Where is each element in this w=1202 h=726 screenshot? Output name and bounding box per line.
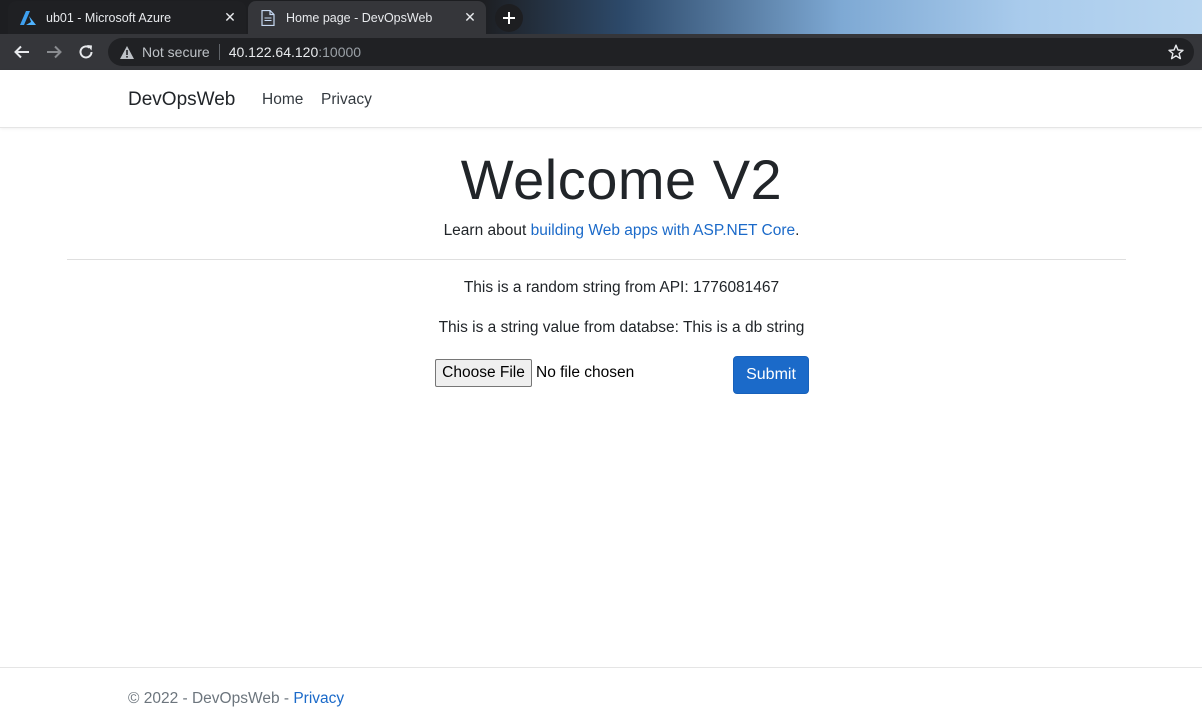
navbar-brand[interactable]: DevOpsWeb [128,89,235,111]
aspnet-docs-link[interactable]: building Web apps with ASP.NET Core [531,222,796,239]
browser-toolbar: Not secure 40.122.64.120 :10000 [0,34,1202,70]
footer-privacy-link[interactable]: Privacy [293,690,344,707]
url-port: :10000 [318,44,362,60]
close-icon[interactable]: ✕ [460,8,480,28]
db-string-text: This is a string value from databse: Thi… [438,319,805,336]
reload-button[interactable] [74,40,98,64]
page-heading: Welcome V2 [460,148,783,211]
back-arrow-icon [14,45,29,59]
reload-icon [79,45,93,59]
tab-azure[interactable]: ub01 - Microsoft Azure ✕ [8,1,246,34]
api-string-text: This is a random string from API: 177608… [463,279,780,296]
plus-icon [503,12,515,24]
lead-suffix: . [795,222,800,239]
lead-text: Learn about building Web apps with ASP.N… [0,222,1202,240]
back-button[interactable] [10,40,34,64]
page-icon [260,9,276,26]
warning-icon[interactable] [119,44,135,60]
site-footer: © 2022 - DevOpsWeb - Privacy [0,667,1202,726]
tab-devopsweb[interactable]: Home page - DevOpsWeb ✕ [248,1,486,34]
forward-button[interactable] [42,40,66,64]
tab-title: Home page - DevOpsWeb [286,10,433,25]
footer-text: © 2022 - DevOpsWeb - Privacy [128,690,344,708]
azure-logo-icon [20,10,36,26]
forward-arrow-icon [47,45,62,59]
copyright-text: © 2022 - DevOpsWeb - [128,690,294,707]
divider [218,44,220,60]
submit-button[interactable]: Submit [733,356,809,394]
lead-prefix: Learn about [443,222,531,239]
address-bar[interactable]: Not secure 40.122.64.120 :10000 [108,38,1194,66]
security-label[interactable]: Not secure [142,44,210,60]
nav-link-privacy[interactable]: Privacy [321,91,372,109]
bookmark-star-icon[interactable] [1168,44,1184,60]
url-host: 40.122.64.120 [228,44,319,60]
file-status-text: No file chosen [536,364,635,381]
close-icon[interactable]: ✕ [220,8,240,28]
choose-file-button[interactable]: Choose File [435,359,532,387]
site-navbar: DevOpsWeb Home Privacy [0,70,1202,128]
tab-title: ub01 - Microsoft Azure [46,10,172,25]
browser-tab-strip: ub01 - Microsoft Azure ✕ Home page - Dev… [0,0,1202,34]
divider [67,259,1126,260]
new-tab-button[interactable] [495,4,523,32]
nav-link-home[interactable]: Home [262,91,303,109]
